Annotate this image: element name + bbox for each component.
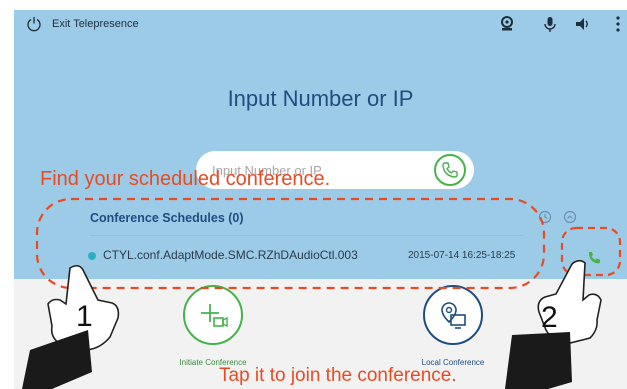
conference-schedules-header: Conference Schedules (0) bbox=[90, 211, 244, 225]
annotation-tap: Tap it to join the conference. bbox=[219, 365, 457, 386]
microphone-icon[interactable] bbox=[541, 15, 559, 33]
divider bbox=[90, 235, 524, 236]
chevron-up-icon[interactable] bbox=[563, 210, 577, 224]
exit-telepresence-button[interactable]: Exit Telepresence bbox=[52, 18, 139, 30]
more-vertical-icon[interactable] bbox=[609, 15, 627, 33]
call-button[interactable] bbox=[434, 154, 466, 186]
conference-name: CTYL.conf.AdaptMode.SMC.RZhDAudioCtl.003 bbox=[103, 248, 358, 262]
top-bar: Exit Telepresence bbox=[14, 10, 627, 38]
camera-icon[interactable] bbox=[498, 15, 516, 33]
join-conference-icon[interactable] bbox=[586, 248, 604, 266]
history-icon[interactable] bbox=[538, 210, 552, 224]
conference-list-item[interactable]: CTYL.conf.AdaptMode.SMC.RZhDAudioCtl.003… bbox=[14, 243, 627, 269]
power-icon[interactable] bbox=[26, 16, 42, 32]
step-number-2: 2 bbox=[541, 301, 558, 334]
status-dot bbox=[88, 252, 96, 260]
annotation-find: Find your scheduled conference. bbox=[40, 168, 331, 190]
page-title: Input Number or IP bbox=[227, 86, 414, 111]
phone-icon bbox=[442, 162, 458, 178]
dial-panel: Input Number or IP Conference Schedules … bbox=[14, 38, 627, 279]
step-number-1: 1 bbox=[76, 300, 93, 333]
location-icon bbox=[441, 302, 466, 329]
local-conference-button[interactable] bbox=[423, 285, 483, 345]
conference-time: 2015-07-14 16:25-18:25 bbox=[408, 250, 516, 261]
telepresence-screen: Exit Telepresence Input Number or IP Inp… bbox=[14, 10, 627, 389]
speaker-icon[interactable] bbox=[574, 15, 592, 33]
add-video-icon bbox=[201, 304, 228, 328]
initiate-conference-button[interactable] bbox=[183, 285, 243, 345]
